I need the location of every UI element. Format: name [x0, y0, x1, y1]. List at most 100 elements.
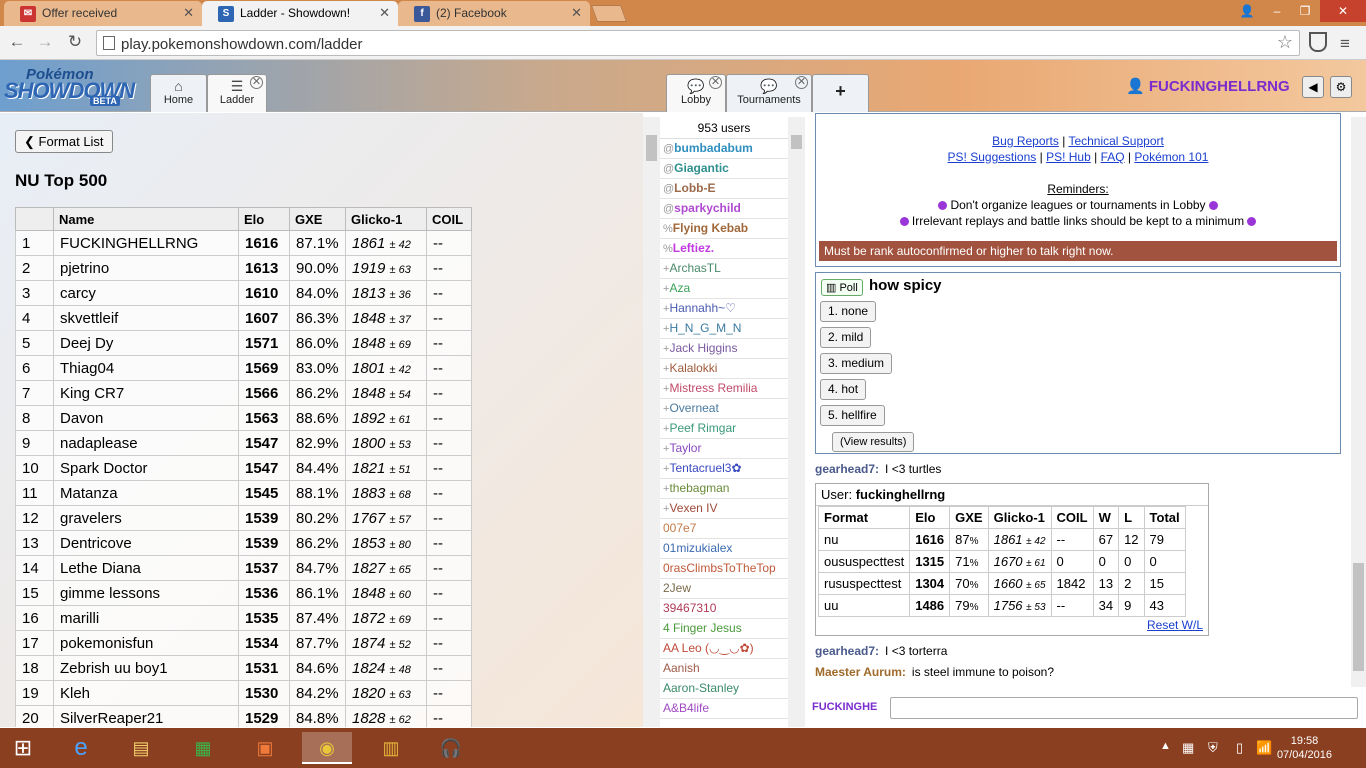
close-icon[interactable]: ✕: [571, 5, 582, 21]
menu-icon[interactable]: ≡: [1340, 34, 1350, 54]
user-menu[interactable]: 👤 FUCKINGHELLRNG: [1126, 77, 1290, 95]
userlist-item[interactable]: 0rasClimbsToTheTop: [660, 559, 788, 579]
userlist-item[interactable]: %Leftiez.: [660, 239, 788, 259]
player-name-cell[interactable]: Davon: [53, 405, 239, 431]
player-name-cell[interactable]: Matanza: [53, 480, 239, 506]
userlist-item[interactable]: +Kalalokki: [660, 359, 788, 379]
userlist-item[interactable]: AA Leo (◡‿◡✿): [660, 639, 788, 659]
format-list-button[interactable]: ❮ Format List: [15, 130, 113, 153]
back-icon[interactable]: ←: [6, 32, 28, 52]
userlist-item[interactable]: +thebagman: [660, 479, 788, 499]
player-name-cell[interactable]: pokemonisfun: [53, 630, 239, 656]
link-hub[interactable]: PS! Hub: [1046, 150, 1091, 164]
reload-icon[interactable]: ↻: [64, 32, 86, 52]
chrome-icon[interactable]: ◉: [302, 732, 352, 764]
chat-input-username[interactable]: FUCKINGHE: [812, 701, 877, 713]
tab-tournaments[interactable]: 💬 Tournaments ✕: [726, 74, 812, 112]
link-pokemon-101[interactable]: Pokémon 101: [1134, 150, 1208, 164]
userlist-item[interactable]: Aaron-Stanley: [660, 679, 788, 699]
userlist-item[interactable]: %Flying Kebab: [660, 219, 788, 239]
close-icon[interactable]: ✕: [250, 76, 263, 89]
view-results-button[interactable]: (View results): [832, 432, 915, 452]
userlist-item[interactable]: +Jack Higgins: [660, 339, 788, 359]
minimize-icon[interactable]: –: [1262, 0, 1292, 22]
close-icon[interactable]: ✕: [795, 76, 808, 89]
player-name-cell[interactable]: Dentricove: [53, 530, 239, 556]
forward-icon[interactable]: →: [34, 32, 56, 52]
chat-username[interactable]: Maester Aurum:: [815, 665, 906, 679]
new-tab-button[interactable]: [590, 5, 628, 22]
browser-tab-facebook[interactable]: f (2) Facebook ✕: [398, 1, 590, 26]
extension-shield-icon[interactable]: [1309, 32, 1327, 52]
tab-ladder[interactable]: ☰ Ladder ✕: [207, 74, 267, 112]
add-room-button[interactable]: +: [812, 74, 869, 112]
restore-icon[interactable]: ❐: [1290, 0, 1320, 22]
browser-tab-offer[interactable]: ✉ Offer received ✕: [4, 1, 202, 26]
player-name-cell[interactable]: pjetrino: [53, 255, 239, 281]
link-faq[interactable]: FAQ: [1101, 150, 1125, 164]
star-icon[interactable]: ☆: [1277, 32, 1293, 53]
browser-tab-ladder[interactable]: S Ladder - Showdown! ✕: [202, 1, 398, 26]
userlist-item[interactable]: 2Jew: [660, 579, 788, 599]
player-name-cell[interactable]: SilverReaper21: [53, 705, 239, 727]
sound-button[interactable]: ◀: [1302, 76, 1324, 98]
userlist-item[interactable]: +Hannahh~♡: [660, 299, 788, 319]
windows-start-icon[interactable]: ⊞: [6, 732, 40, 764]
chevron-up-icon[interactable]: ▲: [1160, 740, 1171, 752]
userlist-item[interactable]: +Peef Rimgar: [660, 419, 788, 439]
poll-option-button[interactable]: 4. hot: [820, 379, 867, 400]
photos-icon[interactable]: ▣: [248, 732, 282, 764]
window-close-icon[interactable]: ✕: [1320, 0, 1366, 22]
userlist-item[interactable]: +Mistress Remilia: [660, 379, 788, 399]
poll-option-button[interactable]: 3. medium: [820, 353, 893, 374]
userlist-item[interactable]: +Tentacruel3✿: [660, 459, 788, 479]
userlist-item[interactable]: Aanish: [660, 659, 788, 679]
link-suggestions[interactable]: PS! Suggestions: [948, 150, 1037, 164]
clock[interactable]: 19:58 07/04/2016: [1277, 734, 1332, 762]
action-center-icon[interactable]: ▦: [1182, 740, 1194, 756]
reset-wl-link[interactable]: Reset W/L: [1147, 618, 1203, 632]
battery-icon[interactable]: ▯: [1236, 740, 1243, 756]
userlist-scrollbar[interactable]: [788, 117, 805, 727]
userlist-item[interactable]: +Taylor: [660, 439, 788, 459]
player-name-cell[interactable]: nadaplease: [53, 430, 239, 456]
userlist-item[interactable]: A&B4life: [660, 699, 788, 719]
userlist-item[interactable]: @Lobb-E: [660, 179, 788, 199]
player-name-cell[interactable]: FUCKINGHELLRNG: [53, 230, 239, 256]
player-name-cell[interactable]: gimme lessons: [53, 580, 239, 606]
userlist-item[interactable]: +Vexen IV: [660, 499, 788, 519]
close-icon[interactable]: ✕: [183, 5, 194, 21]
chat-username[interactable]: gearhead7:: [815, 644, 879, 658]
archive-icon[interactable]: ▥: [374, 732, 408, 764]
internet-explorer-icon[interactable]: e: [64, 732, 98, 764]
scroll-thumb[interactable]: [646, 135, 657, 161]
store-icon[interactable]: ▦: [186, 732, 220, 764]
userlist-item[interactable]: @sparkychild: [660, 199, 788, 219]
showdown-logo[interactable]: Pokémon SHOWDOWN BETA: [4, 64, 148, 108]
poll-option-button[interactable]: 5. hellfire: [820, 405, 885, 426]
player-name-cell[interactable]: King CR7: [53, 380, 239, 406]
chat-input[interactable]: [890, 697, 1358, 719]
userlist-item[interactable]: +Aza: [660, 279, 788, 299]
close-icon[interactable]: ✕: [379, 5, 390, 21]
poll-option-button[interactable]: 2. mild: [820, 327, 872, 348]
headphones-icon[interactable]: 🎧: [434, 732, 468, 764]
player-name-cell[interactable]: marilli: [53, 605, 239, 631]
file-explorer-icon[interactable]: ▤: [124, 732, 158, 764]
options-button[interactable]: ⚙: [1330, 76, 1352, 98]
userlist-item[interactable]: 007e7: [660, 519, 788, 539]
userlist-item[interactable]: +ArchasTL: [660, 259, 788, 279]
player-name-cell[interactable]: gravelers: [53, 505, 239, 531]
userlist-item[interactable]: 4 Finger Jesus: [660, 619, 788, 639]
close-icon[interactable]: ✕: [709, 76, 722, 89]
userlist-item[interactable]: @bumbadabum: [660, 139, 788, 159]
userlist-item[interactable]: 01mizukialex: [660, 539, 788, 559]
link-bug-reports[interactable]: Bug Reports: [992, 134, 1059, 148]
userlist-item[interactable]: +Overneat: [660, 399, 788, 419]
poll-option-button[interactable]: 1. none: [820, 301, 877, 322]
security-icon[interactable]: ⛨: [1208, 740, 1218, 756]
chat-scrollbar[interactable]: [1351, 117, 1366, 687]
chat-username[interactable]: gearhead7:: [815, 462, 879, 476]
player-name-cell[interactable]: Deej Dy: [53, 330, 239, 356]
scroll-thumb[interactable]: [791, 135, 802, 149]
